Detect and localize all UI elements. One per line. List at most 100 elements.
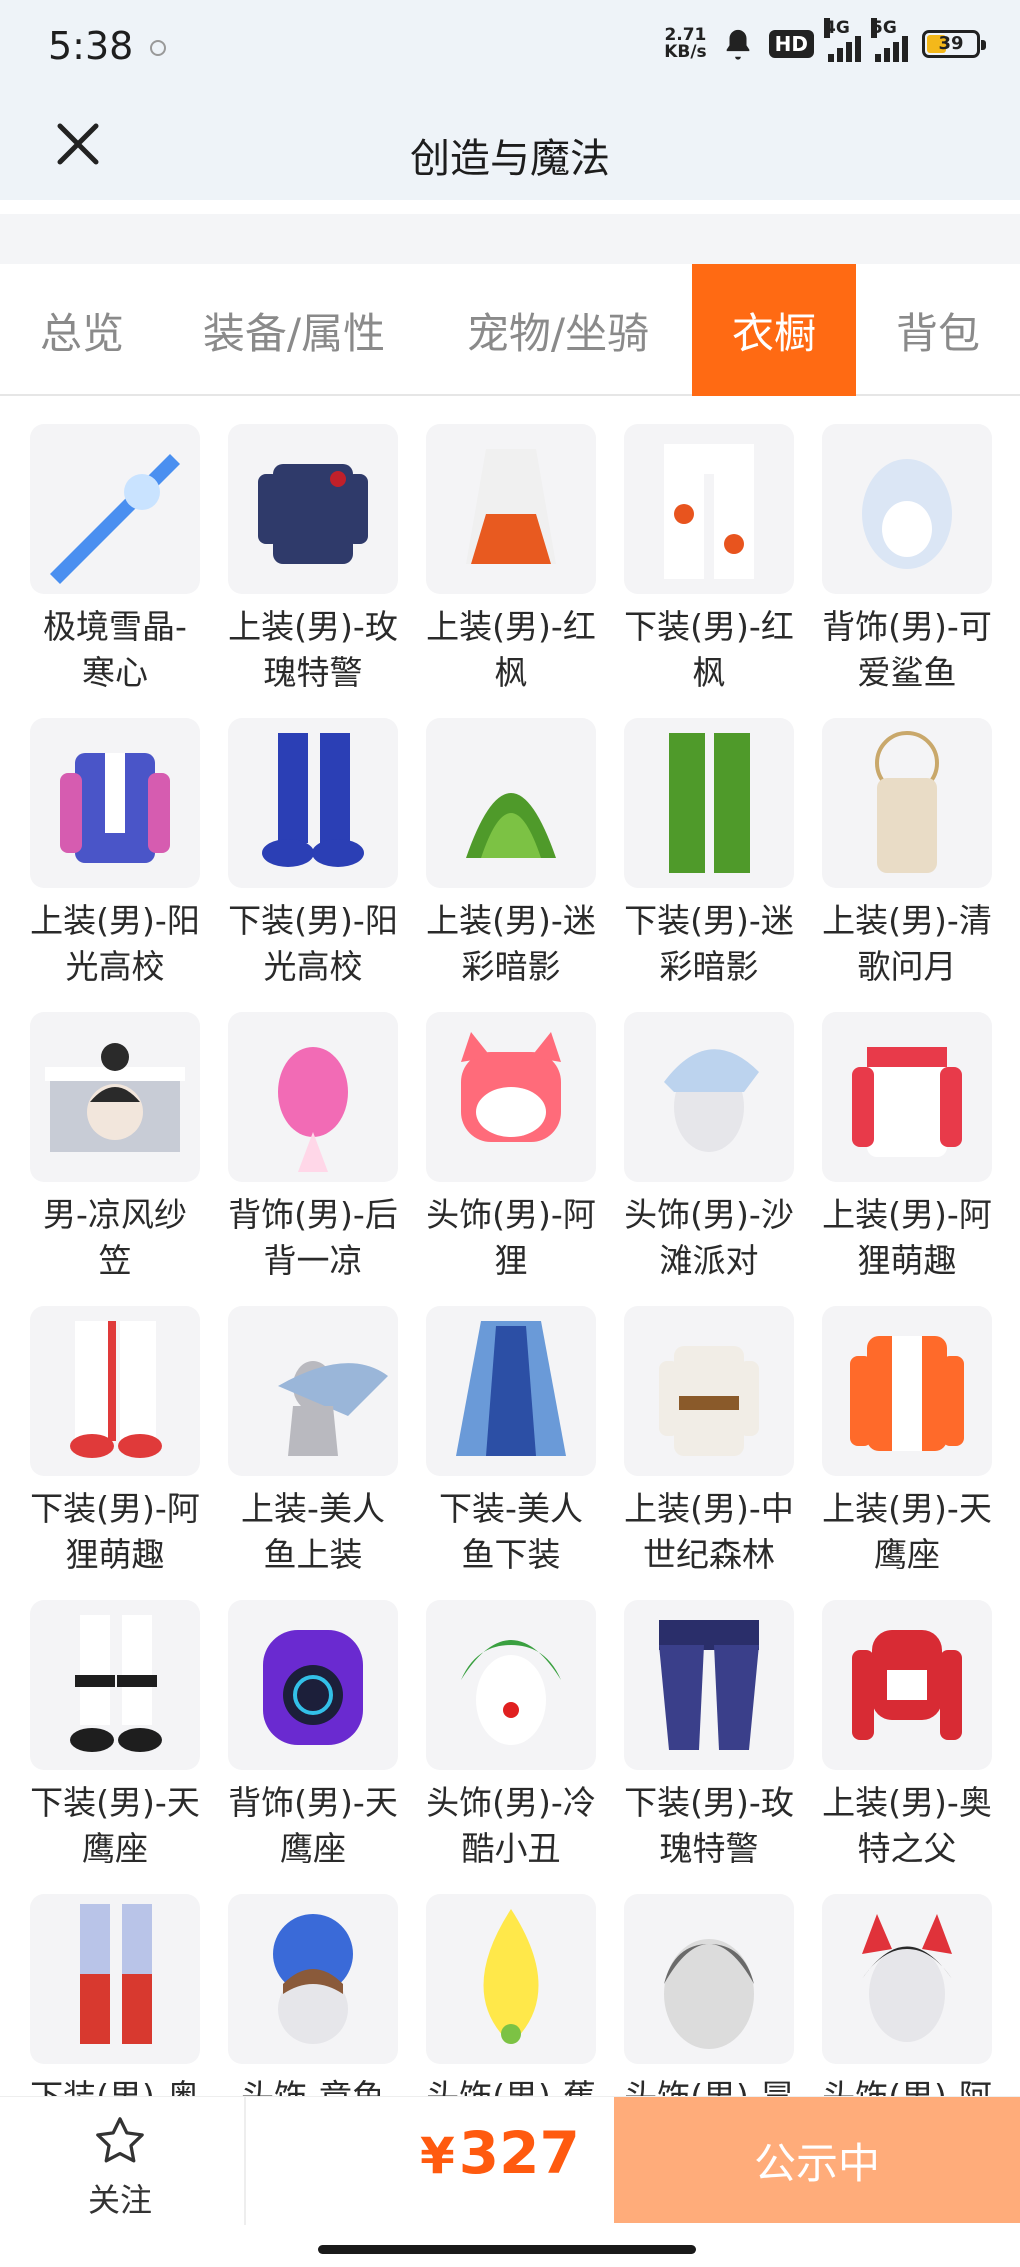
wardrobe-item-label: 上装(男)-清歌问月 — [822, 901, 992, 986]
home-indicator[interactable] — [318, 2245, 696, 2254]
wardrobe-item[interactable]: 上装(男)-红枫 — [423, 424, 599, 696]
wardrobe-item-label: 头饰(男)-蕉 — [423, 2074, 599, 2096]
tab-wardrobe[interactable]: 衣橱 — [692, 264, 856, 396]
wardrobe-item-label: 下装(男)-阳光高校 — [228, 901, 398, 986]
wardrobe-item[interactable]: 下装(男)-玫瑰特警 — [621, 1600, 797, 1872]
wardrobe-item[interactable]: 上装-美人鱼上装 — [225, 1306, 401, 1578]
wardrobe-item-label: 下装(男)-玫瑰特警 — [624, 1783, 794, 1868]
wardrobe-item[interactable]: 上装(男)-清歌问月 — [819, 718, 995, 990]
wardrobe-item[interactable]: 头饰(男)-蕉 — [423, 1894, 599, 2096]
wardrobe-item-label: 背饰(男)-天鹰座 — [228, 1783, 398, 1868]
hd-badge: HD — [768, 30, 814, 58]
jacket-icon — [624, 1306, 794, 1476]
wardrobe-item[interactable]: 头饰(男)-阿狸 — [423, 1012, 599, 1284]
wardrobe-item-label: 上装(男)-奥特之父 — [822, 1783, 992, 1868]
wardrobe-item[interactable]: 头饰(男)-阿 — [819, 1894, 995, 2096]
wardrobe-item[interactable]: 下装(男)-红枫 — [621, 424, 797, 696]
currency-symbol: ¥ — [420, 2127, 455, 2185]
network-type-2: 5G — [871, 18, 897, 38]
jacket-icon — [822, 1600, 992, 1770]
wardrobe-item[interactable]: 头饰(男)-冷酷小丑 — [423, 1600, 599, 1872]
jacket-icon — [822, 1306, 992, 1476]
wardrobe-item[interactable]: 下装-美人鱼下装 — [423, 1306, 599, 1578]
wardrobe-item-label: 头饰(男)-阿狸 — [426, 1195, 596, 1280]
wardrobe-item[interactable]: 下装(男)-迷彩暗影 — [621, 718, 797, 990]
price-value: 327 — [458, 2119, 580, 2187]
wardrobe-item[interactable]: 上装(男)-阳光高校 — [27, 718, 203, 990]
wardrobe-item[interactable]: 男-凉风纱笠 — [27, 1012, 203, 1284]
pants-icon — [30, 1306, 200, 1476]
tab-overview[interactable]: 总览 — [0, 264, 164, 396]
tab-backpack[interactable]: 背包 — [856, 264, 1020, 396]
wardrobe-item[interactable]: 头饰(男)-冒 — [621, 1894, 797, 2096]
hat-icon — [30, 1012, 200, 1182]
backpack-icon — [822, 424, 992, 594]
wardrobe-item[interactable]: 下装(男)-阿狸萌趣 — [27, 1306, 203, 1578]
page-title: 创造与魔法 — [410, 136, 610, 182]
wardrobe-item[interactable]: 下装(男)-天鹰座 — [27, 1600, 203, 1872]
follow-label: 关注 — [87, 2181, 152, 2219]
pants-icon — [30, 1600, 200, 1770]
wardrobe-item[interactable]: 头饰-章鱼 — [225, 1894, 401, 2096]
tab-pets[interactable]: 宠物/坐骑 — [424, 264, 692, 396]
status-time: 5:38 — [48, 24, 134, 68]
pants-icon — [30, 1894, 200, 2064]
wardrobe-item[interactable]: 上装(男)-奥特之父 — [819, 1600, 995, 1872]
wardrobe-item-label: 上装-美人鱼上装 — [241, 1489, 385, 1574]
headwear-icon — [426, 1894, 596, 2064]
wardrobe-item-label: 头饰(男)-阿 — [819, 2074, 995, 2096]
wardrobe-item-label: 下装-美人鱼下装 — [439, 1489, 583, 1574]
headwear-icon — [624, 1012, 794, 1182]
status-bar: 5:38 2.71 KB/s HD 4G 5G 39 — [0, 0, 1020, 100]
tab-equipment[interactable]: 装备/属性 — [164, 264, 424, 396]
sword-icon — [30, 424, 200, 594]
wardrobe-item[interactable]: 下装(男)-阳光高校 — [225, 718, 401, 990]
wardrobe-item-label: 上装(男)-迷彩暗影 — [426, 901, 596, 986]
wardrobe-item[interactable]: 上装(男)-玫瑰特警 — [225, 424, 401, 696]
wardrobe-item-label: 下装(男)-阿狸萌趣 — [30, 1489, 200, 1574]
wardrobe-item[interactable]: 下装(男)-奥 — [27, 1894, 203, 2096]
wardrobe-item[interactable]: 极境雪晶-寒心 — [27, 424, 203, 696]
wardrobe-item-label: 下装(男)-红枫 — [624, 607, 794, 692]
battery-percent: 39 — [938, 33, 964, 54]
robe-icon — [426, 424, 596, 594]
wardrobe-item-label: 下装(男)-奥 — [27, 2074, 203, 2096]
wardrobe-item-label: 下装(男)-迷彩暗影 — [624, 901, 794, 986]
wardrobe-item[interactable]: 背饰(男)-天鹰座 — [225, 1600, 401, 1872]
circle-indicator-icon — [150, 40, 166, 56]
headwear-icon — [426, 1600, 596, 1770]
headwear-icon — [228, 1894, 398, 2064]
tab-bar: 总览 装备/属性 宠物/坐骑 衣橱 背包 — [0, 264, 1020, 396]
wardrobe-item[interactable]: 上装(男)-天鹰座 — [819, 1306, 995, 1578]
wardrobe-item[interactable]: 上装(男)-阿狸萌趣 — [819, 1012, 995, 1284]
wardrobe-item[interactable]: 上装(男)-中世纪森林 — [621, 1306, 797, 1578]
wardrobe-grid: 极境雪晶-寒心 上装(男)-玫瑰特警 上装(男)-红枫 下装(男)-红枫 背饰(男)-可… — [0, 396, 1020, 2096]
headwear-icon — [426, 1012, 596, 1182]
wardrobe-item-label: 上装(男)-天鹰座 — [822, 1489, 992, 1574]
wardrobe-item-label: 头饰-章鱼 — [225, 2074, 401, 2096]
robe-icon — [822, 718, 992, 888]
status-button[interactable]: 公示中 — [614, 2097, 1020, 2223]
pants-icon — [624, 718, 794, 888]
wardrobe-item[interactable]: 背饰(男)-可爱鲨鱼 — [819, 424, 995, 696]
headwear-icon — [822, 1894, 992, 2064]
wardrobe-item-label: 上装(男)-玫瑰特警 — [228, 607, 398, 692]
star-icon — [96, 2117, 144, 2163]
wardrobe-item-label: 下装(男)-天鹰座 — [30, 1783, 200, 1868]
wardrobe-item-label: 上装(男)-红枫 — [426, 607, 596, 692]
battery-icon: 39 — [922, 30, 986, 58]
divider — [244, 2097, 246, 2225]
pants-icon — [426, 1306, 596, 1476]
wardrobe-item[interactable]: 背饰(男)-后背一凉 — [225, 1012, 401, 1284]
wardrobe-item[interactable]: 头饰(男)-沙滩派对 — [621, 1012, 797, 1284]
wardrobe-item-label: 头饰(男)-沙滩派对 — [624, 1195, 794, 1280]
pants-icon — [624, 424, 794, 594]
wardrobe-item-label: 男-凉风纱笠 — [43, 1195, 187, 1280]
signal-4g-icon: 4G — [824, 18, 861, 62]
follow-button[interactable]: 关注 — [60, 2113, 180, 2221]
scrolled-content-edge — [0, 200, 1020, 214]
wardrobe-item[interactable]: 上装(男)-迷彩暗影 — [423, 718, 599, 990]
wardrobe-item-label: 上装(男)-阳光高校 — [30, 901, 200, 986]
wardrobe-item-label: 背饰(男)-后背一凉 — [228, 1195, 398, 1280]
network-type-1: 4G — [824, 18, 850, 38]
